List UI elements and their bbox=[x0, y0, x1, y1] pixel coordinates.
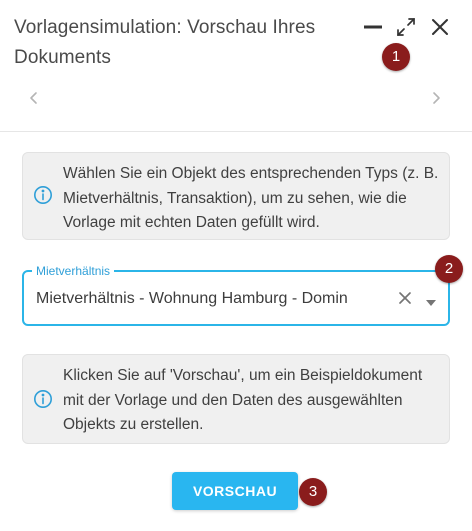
clear-selection-button[interactable] bbox=[396, 289, 414, 307]
chevron-left-icon bbox=[30, 92, 37, 104]
object-select[interactable]: Mietverhältnis Mietverhältnis - Wohnung … bbox=[22, 263, 450, 326]
info-preview-text: Klicken Sie auf 'Vorschau', um ein Beisp… bbox=[63, 367, 423, 433]
dialog-title: Vorlagensimulation: Vorschau Ihres Dokum… bbox=[14, 17, 316, 68]
info-preview: Klicken Sie auf 'Vorschau', um ein Beisp… bbox=[22, 354, 450, 444]
preview-button[interactable]: VORSCHAU bbox=[172, 472, 298, 510]
object-select-value: Mietverhältnis - Wohnung Hamburg - Domin bbox=[36, 290, 348, 307]
maximize-icon bbox=[397, 18, 415, 36]
minimize-icon bbox=[364, 25, 382, 29]
minimize-button[interactable] bbox=[362, 16, 384, 38]
dropdown-arrow-icon bbox=[426, 300, 436, 306]
dropdown-toggle[interactable] bbox=[425, 294, 437, 306]
close-button[interactable] bbox=[429, 16, 451, 38]
chevron-right-icon bbox=[433, 92, 440, 104]
info-select-object-text: Wählen Sie ein Objekt des entsprechenden… bbox=[63, 165, 439, 231]
maximize-button[interactable] bbox=[395, 16, 417, 38]
step-marker-3: 3 bbox=[299, 478, 327, 506]
clear-icon bbox=[399, 292, 411, 304]
info-icon bbox=[34, 390, 52, 408]
close-icon bbox=[432, 19, 448, 35]
previous-button[interactable] bbox=[26, 88, 42, 108]
next-button[interactable] bbox=[428, 88, 444, 108]
object-select-label: Mietverhältnis bbox=[32, 263, 115, 279]
info-icon bbox=[34, 186, 52, 204]
info-select-object: Wählen Sie ein Objekt des entsprechenden… bbox=[22, 152, 450, 240]
step-marker-2: 2 bbox=[435, 255, 463, 283]
step-marker-1: 1 bbox=[382, 43, 410, 71]
